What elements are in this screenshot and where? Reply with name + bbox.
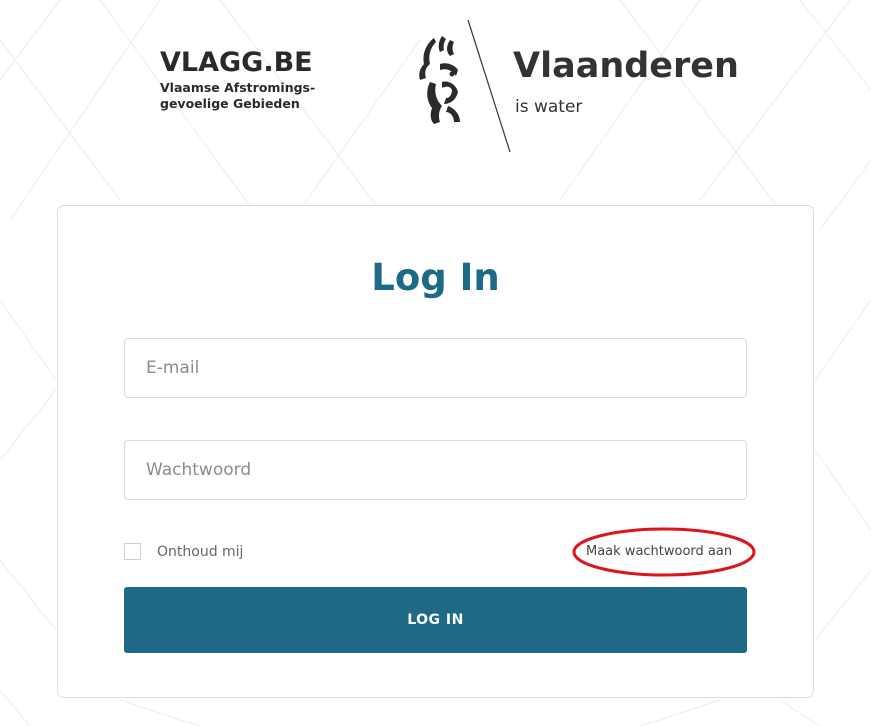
logo-divider [467, 19, 511, 153]
annotation-circle [572, 527, 756, 577]
remember-me: Onthoud mij [124, 543, 243, 560]
remember-label: Onthoud mij [157, 543, 244, 560]
vlaanderen-title: Vlaanderen [513, 46, 739, 86]
vlaanderen-subtitle: is water [515, 97, 583, 117]
remember-checkbox[interactable] [124, 543, 141, 560]
vlagg-subtitle-line1: Vlaamse Afstromings- [160, 80, 316, 95]
vlagg-title: VLAGG.BE [160, 47, 313, 78]
password-input[interactable] [124, 440, 747, 500]
header: VLAGG.BE Vlaamse Afstromings- gevoelige … [0, 0, 871, 180]
login-title: Log In [371, 256, 500, 299]
vlagg-subtitle-line2: gevoelige Gebieden [160, 96, 300, 111]
email-input[interactable] [124, 338, 747, 398]
login-button[interactable]: LOG IN [124, 587, 747, 653]
login-card: Log In Onthoud mij Maak wachtwoord aan L… [57, 205, 814, 698]
vlagg-logo: VLAGG.BE Vlaamse Afstromings- gevoelige … [160, 48, 315, 112]
